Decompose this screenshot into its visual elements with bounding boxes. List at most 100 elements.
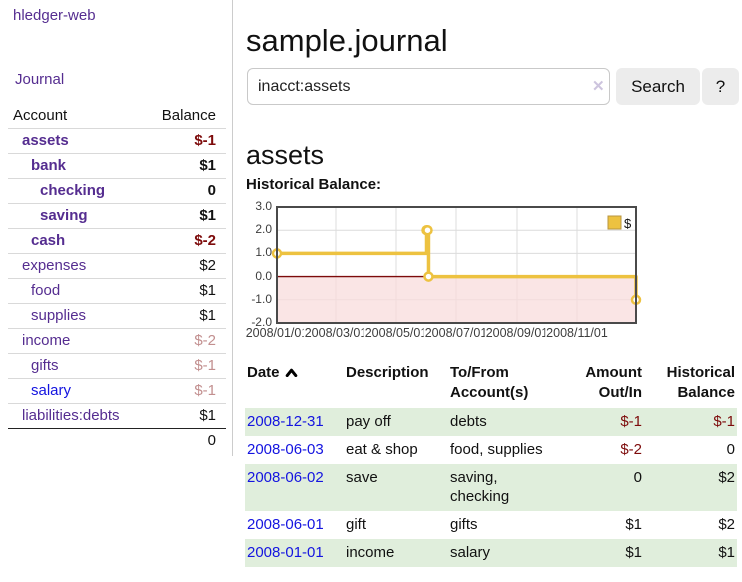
account-balance: $-2 xyxy=(143,329,226,354)
account-link[interactable]: gifts xyxy=(31,357,59,374)
account-balance: $-1 xyxy=(143,379,226,404)
x-tick-label: 2008/09/01 xyxy=(485,326,550,340)
transaction-row[interactable]: 2008-06-02 savesaving, checking0$2 xyxy=(245,464,737,511)
transaction-row[interactable]: 2008-06-01 giftgifts$1$2 xyxy=(245,511,737,539)
account-row: liabilities:debts$1 xyxy=(8,404,226,429)
account-link[interactable]: income xyxy=(22,332,70,349)
transaction-date-link[interactable]: 2008-01-01 xyxy=(247,544,324,561)
transaction-date-link[interactable]: 2008-12-31 xyxy=(247,413,324,430)
transactions-header-description: Description xyxy=(346,361,450,408)
sidebar-item-journal[interactable]: Journal xyxy=(15,71,64,88)
transaction-description: gift xyxy=(346,511,450,539)
transactions-header-balance: Historical Balance xyxy=(642,361,737,408)
accounts-total-spacer xyxy=(8,429,143,454)
help-button[interactable]: ? xyxy=(702,68,739,105)
transaction-amount: $-2 xyxy=(562,436,642,464)
sidebar: hledger-web Journal Account Balance asse… xyxy=(0,0,233,456)
transaction-row[interactable]: 2008-12-31pay offdebts$-1$-1 xyxy=(245,408,737,436)
accounts-header-row: Account Balance xyxy=(8,104,226,129)
transaction-balance: $2 xyxy=(642,464,737,511)
account-link[interactable]: bank xyxy=(31,157,66,174)
y-tick-label: 2.0 xyxy=(240,222,272,236)
transaction-description: save xyxy=(346,464,450,511)
transactions-header-accounts: To/From Account(s) xyxy=(450,361,562,408)
account-balance: $-1 xyxy=(143,354,226,379)
transaction-description: income xyxy=(346,539,450,567)
transaction-accounts: salary xyxy=(450,539,562,567)
page-title: sample.journal xyxy=(246,23,448,59)
svg-text:$: $ xyxy=(624,216,632,231)
x-tick-label: 2008/03/01 xyxy=(304,326,369,340)
y-tick-label: -1.0 xyxy=(240,292,272,306)
accounts-header-account: Account xyxy=(8,104,143,129)
transaction-description: pay off xyxy=(346,408,450,436)
account-row: gifts $-1 xyxy=(8,354,226,379)
account-balance: $-1 xyxy=(143,129,226,154)
y-tick-label: 1.0 xyxy=(240,245,272,259)
account-balance: $1 xyxy=(143,304,226,329)
balance-chart: $ 3.02.01.00.0-1.0-2.02008/01/012008/03/… xyxy=(240,200,742,345)
account-link[interactable]: assets xyxy=(22,132,69,149)
account-link[interactable]: salary xyxy=(31,382,71,399)
date-header-label: Date xyxy=(247,364,280,381)
x-tick-label: 2008/11/01 xyxy=(545,326,609,340)
search-button[interactable]: Search xyxy=(616,68,700,105)
account-row: food $1 xyxy=(8,279,226,304)
account-balance: 0 xyxy=(143,179,226,204)
account-balance: $1 xyxy=(143,279,226,304)
transaction-accounts: debts xyxy=(450,408,562,436)
account-balance: $-2 xyxy=(143,229,226,254)
transaction-balance: $1 xyxy=(642,539,737,567)
clear-search-icon[interactable]: ✕ xyxy=(592,77,605,95)
accounts-total-value: 0 xyxy=(143,429,226,454)
transaction-amount: $-1 xyxy=(562,408,642,436)
transactions-header-date[interactable]: Date xyxy=(245,361,346,408)
transaction-amount: $1 xyxy=(562,511,642,539)
account-heading: assets xyxy=(246,140,324,171)
accounts-total-row: 0 xyxy=(8,429,226,454)
accounts-header-balance: Balance xyxy=(143,104,226,129)
accounts-table-body: assets$-1bank$1checking0saving$1cash$-2e… xyxy=(8,129,226,429)
account-row: salary $-1 xyxy=(8,379,226,404)
account-row: bank$1 xyxy=(8,154,226,179)
transaction-row[interactable]: 2008-06-03 eat & shopfood, supplies$-20 xyxy=(245,436,737,464)
transactions-header-amount: Amount Out/In xyxy=(562,361,642,408)
transaction-balance: $2 xyxy=(642,511,737,539)
transaction-amount: $1 xyxy=(562,539,642,567)
account-link[interactable]: liabilities:debts xyxy=(22,407,120,424)
transaction-balance: 0 xyxy=(642,436,737,464)
search-input[interactable] xyxy=(247,68,610,105)
x-tick-label: 2008/05/01 xyxy=(364,326,429,340)
account-row: cash $-2 xyxy=(8,229,226,254)
transactions-header-row: Date Description To/From Account(s) Amou… xyxy=(245,361,737,408)
y-tick-label: 0.0 xyxy=(240,269,272,283)
account-link[interactable]: supplies xyxy=(31,307,86,324)
account-row: checking 0 xyxy=(8,179,226,204)
app-title-link[interactable]: hledger-web xyxy=(13,7,96,24)
balance-chart-svg: $ xyxy=(240,200,680,345)
account-balance: $1 xyxy=(143,204,226,229)
account-link[interactable]: expenses xyxy=(22,257,86,274)
transactions-table: Date Description To/From Account(s) Amou… xyxy=(245,361,737,567)
account-row: assets $-1 xyxy=(8,129,226,154)
accounts-table: Account Balance assets$-1bank$1checking0… xyxy=(8,104,226,453)
account-link[interactable]: cash xyxy=(31,232,65,249)
transaction-accounts: saving, checking xyxy=(450,464,562,511)
transaction-date-link[interactable]: 2008-06-03 xyxy=(247,441,324,458)
account-link[interactable]: food xyxy=(31,282,60,299)
account-link[interactable]: checking xyxy=(40,182,105,199)
chart-heading: Historical Balance: xyxy=(246,176,381,193)
account-row: saving $1 xyxy=(8,204,226,229)
transaction-description: eat & shop xyxy=(346,436,450,464)
account-row: supplies $1 xyxy=(8,304,226,329)
sort-ascending-icon xyxy=(285,368,298,377)
account-row: income $-2 xyxy=(8,329,226,354)
transaction-row[interactable]: 2008-01-01incomesalary$1$1 xyxy=(245,539,737,567)
account-link[interactable]: saving xyxy=(40,207,88,224)
transaction-date-link[interactable]: 2008-06-02 xyxy=(247,469,324,486)
account-balance: $2 xyxy=(143,254,226,279)
transaction-accounts: food, supplies xyxy=(450,436,562,464)
transaction-amount: 0 xyxy=(562,464,642,511)
transaction-accounts: gifts xyxy=(450,511,562,539)
transaction-date-link[interactable]: 2008-06-01 xyxy=(247,516,324,533)
